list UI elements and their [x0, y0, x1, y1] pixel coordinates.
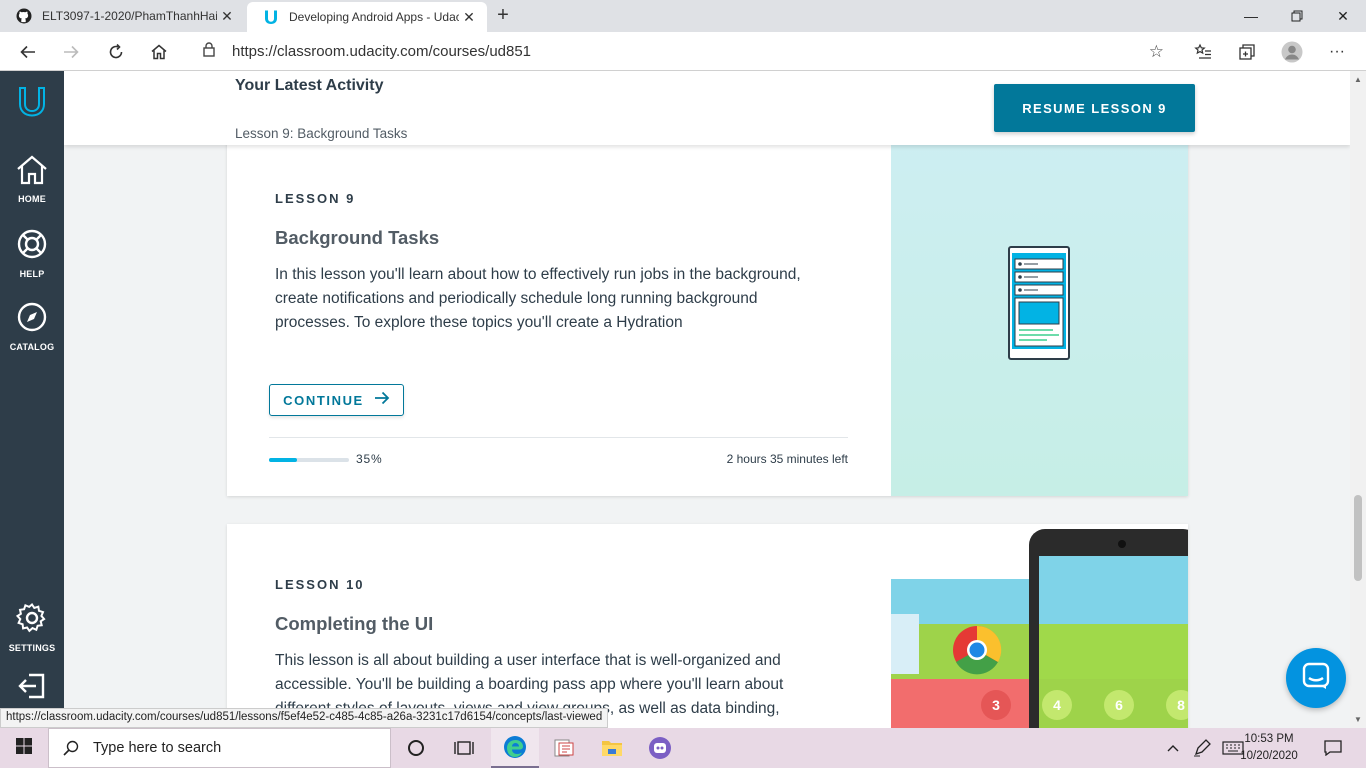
sidebar-item-label: CATALOG	[9, 342, 55, 352]
favorite-star-icon[interactable]: ☆	[1149, 42, 1164, 62]
app-icon[interactable]	[540, 728, 588, 768]
favorites-icon[interactable]	[1188, 37, 1218, 67]
browser-tab-strip: ELT3097-1-2020/PhamThanhHai ✕ Developing…	[0, 0, 1366, 32]
phone-art-number: 3	[992, 697, 1000, 713]
address-toolbar: https://classroom.udacity.com/courses/ud…	[0, 32, 1366, 71]
close-window-button[interactable]: ✕	[1320, 0, 1366, 32]
windows-logo-icon	[16, 737, 32, 759]
chat-icon	[1301, 661, 1331, 696]
windows-taskbar: Type here to search 10:53 PM 10/20/2020	[0, 728, 1366, 768]
scrollbar-thumb[interactable]	[1354, 495, 1362, 581]
lesson-description: In this lesson you'll learn about how to…	[275, 266, 801, 331]
close-icon[interactable]: ✕	[217, 8, 237, 25]
activity-title: Your Latest Activity	[235, 77, 384, 94]
back-button[interactable]	[13, 37, 43, 67]
phone-art-number: 6	[1115, 697, 1123, 713]
continue-button[interactable]: CONTINUE	[269, 384, 404, 416]
lesson-progress-bar	[269, 458, 349, 462]
github-icon	[16, 8, 32, 24]
new-tab-button[interactable]: +	[492, 4, 514, 26]
refresh-button[interactable]	[101, 37, 131, 67]
task-view-icon[interactable]	[440, 728, 488, 768]
clock-date: 10/20/2020	[1240, 750, 1298, 762]
close-icon[interactable]: ✕	[459, 9, 479, 26]
status-url-preview: https://classroom.udacity.com/courses/ud…	[0, 708, 609, 728]
udacity-logo[interactable]	[0, 85, 64, 119]
url-bar[interactable]: https://classroom.udacity.com/courses/ud…	[188, 36, 1176, 67]
main-content: Your Latest Activity Lesson 9: Backgroun…	[64, 71, 1350, 728]
home-icon	[16, 155, 48, 190]
logout-icon	[17, 671, 47, 706]
progress-percent: 35%	[356, 452, 383, 466]
page-scrollbar[interactable]: ▲ ▼	[1350, 71, 1366, 728]
url-text: https://classroom.udacity.com/courses/ud…	[232, 43, 532, 60]
lesson-title: Background Tasks	[275, 227, 440, 248]
search-placeholder: Type here to search	[93, 740, 222, 756]
lesson-card: LESSON 10 Completing the UI This lesson …	[227, 524, 1188, 728]
sidebar-item-help[interactable]: HELP	[0, 228, 64, 279]
lock-icon	[202, 41, 218, 62]
lesson-illustration	[891, 131, 1188, 496]
sidebar-item-label: HOME	[18, 194, 46, 204]
tab-udacity[interactable]: Developing Android Apps - Udac ✕	[247, 2, 487, 32]
notification-icon[interactable]	[1318, 728, 1348, 768]
lesson-number: LESSON 10	[275, 577, 365, 592]
search-icon	[63, 740, 79, 756]
lesson-card: LESSON 9 Background Tasks In this lesson…	[227, 131, 1188, 496]
lifebuoy-icon	[16, 228, 48, 265]
file-explorer-icon[interactable]	[588, 728, 636, 768]
sidebar-item-label: SETTINGS	[8, 643, 56, 653]
divider	[269, 437, 848, 438]
sidebar-item-home[interactable]: HOME	[0, 155, 64, 204]
scroll-down-icon[interactable]: ▼	[1354, 715, 1362, 724]
sidebar-item-catalog[interactable]: CATALOG	[0, 301, 64, 352]
profile-avatar[interactable]	[1277, 37, 1307, 67]
phone-art-number: 8	[1177, 697, 1185, 713]
tab-title: ELT3097-1-2020/PhamThanhHai	[42, 9, 217, 23]
taskbar-search-input[interactable]: Type here to search	[48, 728, 391, 768]
lesson-illustration: 3 4 6 8	[891, 524, 1188, 728]
latest-activity-bar: Your Latest Activity Lesson 9: Backgroun…	[64, 71, 1350, 145]
start-button[interactable]	[0, 728, 48, 768]
edge-browser-icon[interactable]	[491, 728, 539, 768]
progress-fill	[269, 458, 297, 462]
activity-subtitle[interactable]: Lesson 9: Background Tasks	[235, 126, 407, 141]
sidebar-item-settings[interactable]: SETTINGS	[0, 602, 64, 653]
tab-title: Developing Android Apps - Udac	[289, 10, 459, 24]
teams-icon[interactable]	[636, 728, 684, 768]
resume-lesson-button[interactable]: RESUME LESSON 9	[994, 84, 1195, 132]
continue-label: CONTINUE	[283, 392, 364, 408]
home-button[interactable]	[144, 37, 174, 67]
scroll-up-icon[interactable]: ▲	[1354, 75, 1362, 84]
lesson-title: Completing the UI	[275, 613, 434, 634]
pen-icon[interactable]	[1190, 728, 1214, 768]
more-menu-icon[interactable]: ···	[1322, 37, 1352, 67]
collections-icon[interactable]	[1232, 37, 1262, 67]
time-left: 2 hours 35 minutes left	[726, 452, 848, 466]
sidebar-item-label: HELP	[19, 269, 45, 279]
minimize-button[interactable]: —	[1228, 0, 1274, 32]
android-phone-illustration-icon: 3 4 6 8	[891, 529, 1188, 728]
tray-chevron-up-icon[interactable]	[1162, 728, 1184, 768]
arrow-right-icon	[374, 391, 390, 410]
udacity-sidebar: HOME HELP CATALOG SETTINGS	[0, 71, 64, 728]
gear-icon	[15, 602, 48, 639]
phone-art-number: 4	[1053, 697, 1061, 713]
taskbar-clock[interactable]: 10:53 PM 10/20/2020	[1236, 731, 1302, 765]
logout-button[interactable]	[0, 671, 64, 706]
compass-icon	[16, 301, 48, 338]
cortana-icon[interactable]	[392, 728, 440, 768]
udacity-icon	[263, 9, 279, 25]
tab-github[interactable]: ELT3097-1-2020/PhamThanhHai ✕	[0, 0, 245, 32]
chat-support-button[interactable]	[1286, 648, 1346, 708]
clock-time: 10:53 PM	[1244, 733, 1294, 745]
maximize-button[interactable]	[1274, 0, 1320, 32]
lesson-number: LESSON 9	[275, 191, 356, 206]
phone-illustration-icon	[1008, 246, 1070, 360]
forward-button[interactable]	[56, 37, 86, 67]
